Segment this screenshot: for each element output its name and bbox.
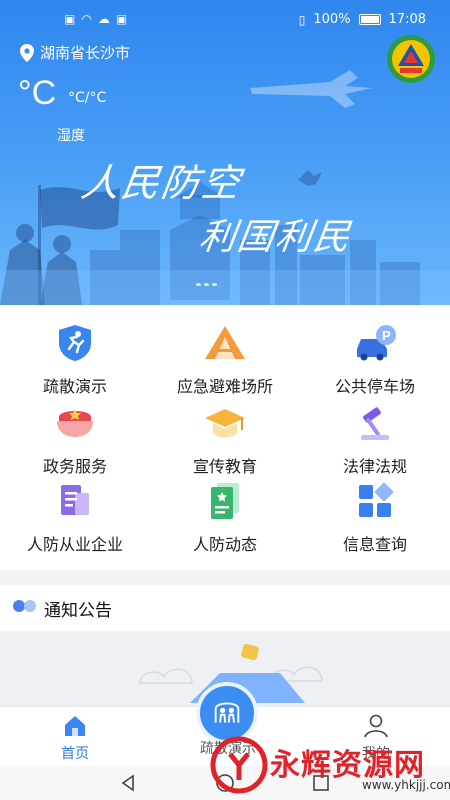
temperature-range: °C/°C — [68, 90, 107, 106]
notice-toggle-icon — [13, 600, 36, 612]
hero-banner[interactable]: 湖南省长沙市 °C °C/°C 湿度 人民防空 利国利民 — [0, 0, 450, 305]
notice-title: 通知公告 — [44, 601, 112, 621]
sim-icon: ▣ — [64, 12, 76, 26]
grid-label: 疏散演示 — [42, 377, 107, 396]
grid-label: 信息查询 — [342, 535, 407, 554]
cloud-icon: ☁ — [97, 12, 110, 26]
slogan-line-2: 利国利民 — [196, 217, 355, 258]
carousel-indicator — [196, 283, 217, 286]
grid-item-laws[interactable]: 法律法规 — [300, 403, 450, 477]
nav-home[interactable]: 首页 — [15, 713, 135, 763]
enterprise-document-icon — [61, 485, 89, 515]
app-screen: 湖南省长沙市 °C °C/°C 湿度 人民防空 利国利民 ▣ ◠ ☁ ▣ ▯ 1… — [0, 0, 450, 800]
grid-label: 应急避难场所 — [176, 377, 273, 396]
back-icon[interactable] — [118, 772, 140, 794]
grid-item-info-query[interactable]: 信息查询 — [300, 481, 450, 555]
wifi-icon: ◠ — [81, 12, 92, 26]
nav-home-label: 首页 — [61, 746, 89, 762]
watermark-url: www.yhkjjj.com — [362, 778, 450, 792]
watermark: 永辉资源网 www.yhkjjj.com — [202, 734, 450, 796]
grid-item-enterprises[interactable]: 人防从业企业 — [0, 481, 150, 555]
grid-item-evacuation[interactable]: 疏散演示 — [0, 323, 150, 397]
running-person-shield-icon — [59, 325, 91, 361]
official-cap-icon — [57, 409, 93, 437]
grid-label: 法律法规 — [342, 457, 407, 476]
civil-defense-emblem-icon — [387, 35, 435, 83]
status-bar: ▣ ◠ ☁ ▣ ▯ 100% 17:08 — [0, 0, 450, 40]
grid-item-government-service[interactable]: 政务服务 — [0, 403, 150, 477]
battery-percent: 100% — [313, 12, 351, 27]
status-icons-right: ▯ 100% 17:08 — [299, 12, 426, 27]
grid-label: 人防从业企业 — [26, 535, 123, 554]
svg-text:P: P — [382, 328, 391, 343]
clock: 17:08 — [388, 12, 426, 27]
location-pin-icon — [20, 43, 34, 62]
grid-label: 人防动态 — [192, 535, 257, 554]
grid-item-parking[interactable]: P 公共停车场 — [300, 323, 450, 397]
status-icons-left: ▣ ◠ ☁ ▣ — [64, 12, 127, 26]
humidity-label: 湿度 — [57, 128, 85, 144]
tent-icon — [205, 326, 245, 359]
grid-item-shelter[interactable]: 应急避难场所 — [150, 323, 300, 397]
home-icon — [65, 716, 85, 736]
evacuation-people-icon — [214, 702, 240, 723]
news-document-icon — [211, 483, 239, 519]
grid-item-education[interactable]: 宣传教育 — [150, 403, 300, 477]
info-grid-icon — [359, 482, 394, 517]
notice-section-header[interactable]: 通知公告 — [0, 585, 450, 631]
parking-car-icon: P — [357, 325, 396, 361]
function-grid: 疏散演示 应急避难场所 P 公共停车场 政务服务 宣传教育 法律法规 人防从业企… — [0, 305, 450, 570]
slogan-line-1: 人民防空 — [78, 161, 245, 205]
watermark-logo-icon — [210, 736, 268, 794]
grid-label: 政务服务 — [42, 457, 107, 476]
grid-label: 公共停车场 — [334, 377, 415, 396]
graduation-cap-icon — [205, 409, 245, 438]
temperature-unit: °C — [18, 74, 57, 112]
battery-icon — [358, 14, 381, 25]
location-text: 湖南省长沙市 — [40, 44, 131, 62]
grid-label: 宣传教育 — [192, 457, 257, 476]
gavel-icon — [361, 407, 389, 440]
app-notification-icon: ▣ — [115, 12, 128, 26]
vibrate-icon: ▯ — [298, 12, 306, 27]
grid-item-dynamics[interactable]: 人防动态 — [150, 481, 300, 555]
location-selector[interactable]: 湖南省长沙市 — [20, 42, 130, 63]
